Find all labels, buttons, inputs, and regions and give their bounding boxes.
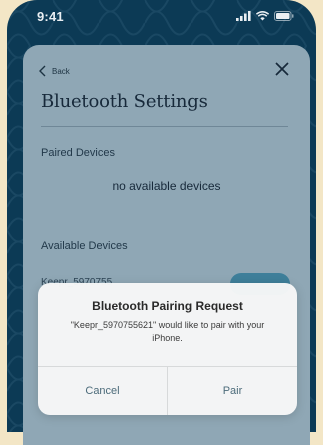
title-divider <box>41 126 288 127</box>
back-button[interactable]: Back <box>39 65 70 77</box>
page-title: Bluetooth Settings <box>41 91 208 112</box>
pair-button[interactable]: Pair <box>168 367 297 415</box>
paired-devices-label: Paired Devices <box>41 147 115 159</box>
chevron-left-icon <box>39 65 46 77</box>
status-bar: 9:41 <box>7 0 316 38</box>
back-label: Back <box>52 66 70 76</box>
status-time: 9:41 <box>37 9 64 24</box>
cancel-button[interactable]: Cancel <box>38 367 167 415</box>
alert-message: "Keepr_5970755621" would like to pair wi… <box>70 320 265 343</box>
status-icons <box>236 11 294 21</box>
available-devices-label: Available Devices <box>41 240 128 252</box>
wifi-icon <box>256 11 269 21</box>
pairing-alert: Bluetooth Pairing Request "Keepr_5970755… <box>38 283 297 415</box>
alert-title: Bluetooth Pairing Request <box>92 299 243 313</box>
battery-icon <box>274 11 294 21</box>
close-icon[interactable] <box>274 61 290 77</box>
signal-icon <box>236 11 251 21</box>
no-devices-message: no available devices <box>112 179 221 193</box>
